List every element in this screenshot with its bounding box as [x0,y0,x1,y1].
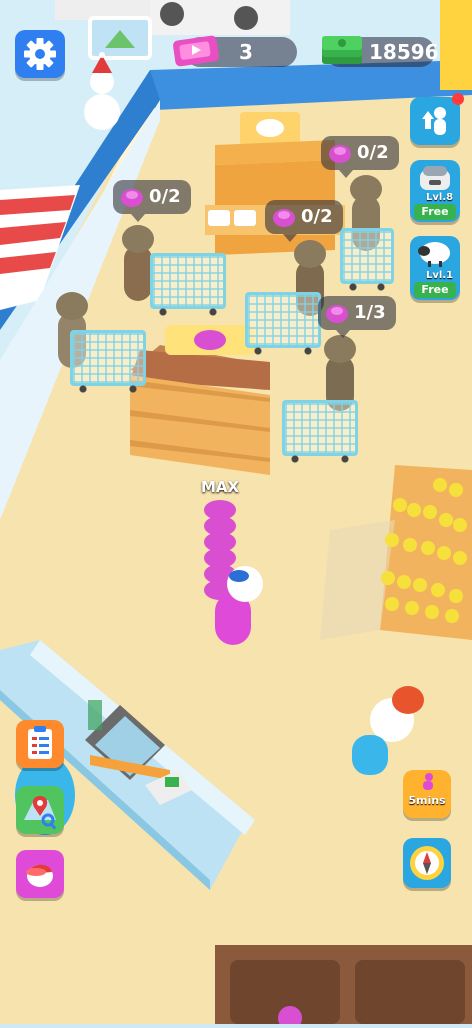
shopping-cart [150,253,226,316]
cabbage-icon [326,305,348,323]
rice-cooker-icon [420,166,450,190]
shopping-cart [245,292,321,355]
demand-count: 0/2 [149,186,181,207]
shopper [122,225,154,301]
boost-duration: 5mins [408,794,446,807]
cabbage-icon [121,189,143,207]
shopping-cart [282,400,358,463]
ticket-icon [173,35,219,67]
cash-amount: 18596 [369,40,439,64]
map-button[interactable] [16,786,64,834]
compass-icon [410,846,444,880]
cash-stack-icon [322,36,362,64]
demand-count: 0/2 [357,142,389,163]
demand-count: 0/2 [301,206,333,227]
gear-icon [24,38,56,70]
demand-bubble: 1/3 [318,296,396,338]
runner-icon [423,773,433,790]
cap-icon [26,864,53,887]
map-icon [24,796,57,830]
speed-boost-button[interactable]: 5mins [403,770,451,818]
rice-cooker-upgrade-button[interactable]: Lvl.8 Free [410,160,460,222]
player-character [204,500,263,645]
demand-count: 1/3 [354,302,386,323]
free-badge: Free [414,204,456,220]
sheep-icon [418,242,450,267]
upgrade-level: Lvl.1 [426,270,454,281]
free-badge: Free [414,282,456,298]
cabbage-icon [273,209,295,227]
sheep-upgrade-button[interactable]: Lvl.1 Free [410,236,460,300]
staff-upgrade-button[interactable] [410,93,464,145]
compass-button[interactable] [403,838,451,888]
clipboard-icon [28,726,52,759]
demand-bubble: 0/2 [321,136,399,178]
shopping-cart [340,228,394,291]
settings-button[interactable] [15,30,65,78]
upgrade-level: Lvl.8 [426,192,454,203]
ticket-count: 3 [239,40,253,64]
cabbage-icon [329,145,351,163]
game-scene[interactable]: 0/2 0/2 0/2 1/3 MAX [0,0,472,1028]
staff-upgrade-icon [422,107,446,135]
tasks-button[interactable] [16,720,64,768]
notification-dot [452,93,464,105]
demand-bubble: 0/2 [113,180,191,222]
stack-max-label: MAX [200,478,240,496]
shopping-cart [70,330,146,393]
skin-button[interactable] [16,850,64,898]
demand-bubble: 0/2 [265,200,343,242]
